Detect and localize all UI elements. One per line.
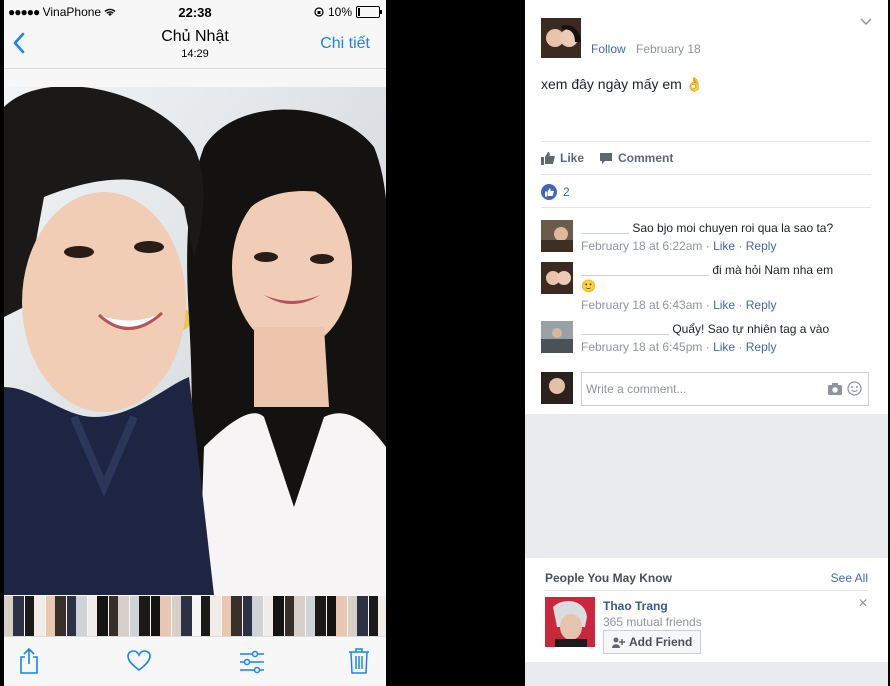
- photo-thumbnail[interactable]: [109, 596, 129, 636]
- pymk-heading: People You May Know: [545, 571, 672, 585]
- ok-hand-emoji: 👌: [685, 76, 704, 92]
- follow-link[interactable]: Follow: [591, 42, 626, 56]
- author-avatar[interactable]: [541, 18, 581, 58]
- people-you-may-know: People You May Know See All Thao Trang 3…: [525, 558, 888, 662]
- comment-like-link[interactable]: Like: [713, 298, 735, 312]
- comment-time[interactable]: February 18 at 6:22am: [581, 239, 702, 253]
- trash-icon[interactable]: [348, 647, 370, 675]
- like-summary[interactable]: 2: [541, 184, 570, 200]
- photo-thumbnail[interactable]: [201, 596, 221, 636]
- comment-body: đi mà hỏi Nam nha em 🙂: [581, 262, 881, 294]
- photo-thumbnail[interactable]: [4, 596, 24, 636]
- like-count: 2: [563, 185, 570, 199]
- thumbnail-strip[interactable]: [4, 596, 386, 636]
- post-text-body: xem đây ngày mấy em: [541, 76, 682, 92]
- photo-thumbnail[interactable]: [306, 596, 326, 636]
- status-bar: ●●●●● VinaPhone 22:38 10%: [4, 0, 386, 22]
- post-actions: Like Comment: [541, 141, 871, 175]
- rotation-lock-icon: [314, 7, 324, 17]
- comment-text: Quẩy! Sao tự nhiên tag a vào: [672, 322, 830, 336]
- like-button[interactable]: Like: [541, 151, 584, 165]
- main-photo[interactable]: [4, 87, 386, 595]
- author-name-redacted: [591, 22, 761, 34]
- add-friend-button[interactable]: Add Friend: [603, 630, 702, 654]
- add-friend-label: Add Friend: [629, 635, 693, 649]
- comment-meta: February 18 at 6:43am · Like · Reply: [581, 298, 777, 312]
- write-comment-row: Write a comment...: [541, 372, 871, 406]
- comment-button[interactable]: Comment: [599, 151, 673, 165]
- details-button[interactable]: Chi tiết: [320, 35, 370, 53]
- dismiss-suggestion-icon[interactable]: ✕: [858, 596, 868, 610]
- photo-thumbnail[interactable]: [25, 596, 45, 636]
- camera-icon[interactable]: [828, 383, 842, 395]
- comment-reply-link[interactable]: Reply: [746, 239, 777, 253]
- comment-reply-link[interactable]: Reply: [746, 340, 777, 354]
- photo-thumbnail[interactable]: [172, 596, 192, 636]
- commenter-name-redacted[interactable]: [581, 223, 629, 235]
- add-friend-icon: [612, 637, 625, 648]
- comment-placeholder: Write a comment...: [586, 382, 687, 396]
- photo-thumbnail[interactable]: [348, 596, 368, 636]
- commenter-avatar[interactable]: [541, 220, 573, 252]
- photo-thumbnail[interactable]: [222, 596, 242, 636]
- comment-text: Sao bjo moi chuyen roi qua la sao ta?: [632, 221, 834, 235]
- photos-app-screen: ●●●●● VinaPhone 22:38 10% Chủ Nhật 14:29…: [4, 0, 386, 686]
- commenter-name-redacted[interactable]: [581, 265, 709, 277]
- comment-body: Sao bjo moi chuyen roi qua la sao ta?: [581, 220, 881, 236]
- facebook-post-panel: Follow February 18 xem đây ngày mấy em 👌…: [525, 0, 888, 686]
- photo-thumbnail[interactable]: [327, 596, 347, 636]
- like-badge-icon: [541, 184, 557, 200]
- comment-like-link[interactable]: Like: [713, 340, 735, 354]
- post-text: xem đây ngày mấy em 👌: [541, 76, 703, 93]
- nav-bar: Chủ Nhật 14:29 Chi tiết: [4, 22, 386, 69]
- share-icon[interactable]: [18, 647, 40, 675]
- photo-thumbnail[interactable]: [67, 596, 87, 636]
- like-label: Like: [560, 151, 585, 165]
- suggested-person-avatar[interactable]: [545, 597, 595, 647]
- smile-emoji: 🙂: [581, 279, 596, 293]
- comment-meta: February 18 at 6:45pm · Like · Reply: [581, 340, 777, 354]
- comment-meta: February 18 at 6:22am · Like · Reply: [581, 239, 777, 253]
- post-card: Follow February 18 xem đây ngày mấy em 👌…: [525, 0, 888, 414]
- comment-time[interactable]: February 18 at 6:43am: [581, 298, 702, 312]
- chevron-down-icon[interactable]: [860, 18, 872, 26]
- comment-time[interactable]: February 18 at 6:45pm: [581, 340, 702, 354]
- battery-area: 10%: [314, 5, 382, 19]
- photo-thumbnail[interactable]: [285, 596, 305, 636]
- suggested-person-name[interactable]: Thao Trang: [603, 599, 668, 613]
- comment-text: đi mà hỏi Nam nha em: [712, 263, 834, 277]
- comment-body: Quẩy! Sao tự nhiên tag a vào: [581, 321, 881, 337]
- post-date[interactable]: February 18: [636, 42, 701, 56]
- mutual-friends-count[interactable]: 365 mutual friends: [603, 615, 702, 629]
- photo-thumbnail[interactable]: [130, 596, 150, 636]
- bottom-toolbar: [4, 636, 386, 686]
- adjust-icon[interactable]: [238, 650, 266, 674]
- photo-thumbnail[interactable]: [46, 596, 66, 636]
- photo-thumbnail[interactable]: [88, 596, 108, 636]
- commenter-name-redacted[interactable]: [581, 324, 669, 336]
- photo-thumbnail[interactable]: [151, 596, 171, 636]
- photo-thumbnail[interactable]: [264, 596, 284, 636]
- photo-thumbnail[interactable]: [369, 596, 386, 636]
- divider: [541, 207, 871, 208]
- comment-like-link[interactable]: Like: [713, 239, 735, 253]
- comment-reply-link[interactable]: Reply: [746, 298, 777, 312]
- thumbs-up-icon: [541, 151, 555, 165]
- battery-percent: 10%: [327, 5, 352, 19]
- heart-icon[interactable]: [126, 649, 152, 673]
- selfie-illustration: [4, 87, 386, 595]
- divider: [545, 590, 868, 591]
- comment-icon: [600, 152, 612, 164]
- battery-icon: [356, 6, 382, 18]
- commenter-avatar[interactable]: [541, 321, 573, 353]
- comment-label: Comment: [618, 151, 674, 165]
- commenter-avatar[interactable]: [541, 262, 573, 294]
- comment-input[interactable]: Write a comment...: [581, 372, 869, 406]
- current-user-avatar: [541, 372, 573, 404]
- emoji-picker-icon[interactable]: [847, 381, 862, 396]
- photo-thumbnail[interactable]: [243, 596, 263, 636]
- see-all-link[interactable]: See All: [831, 571, 868, 585]
